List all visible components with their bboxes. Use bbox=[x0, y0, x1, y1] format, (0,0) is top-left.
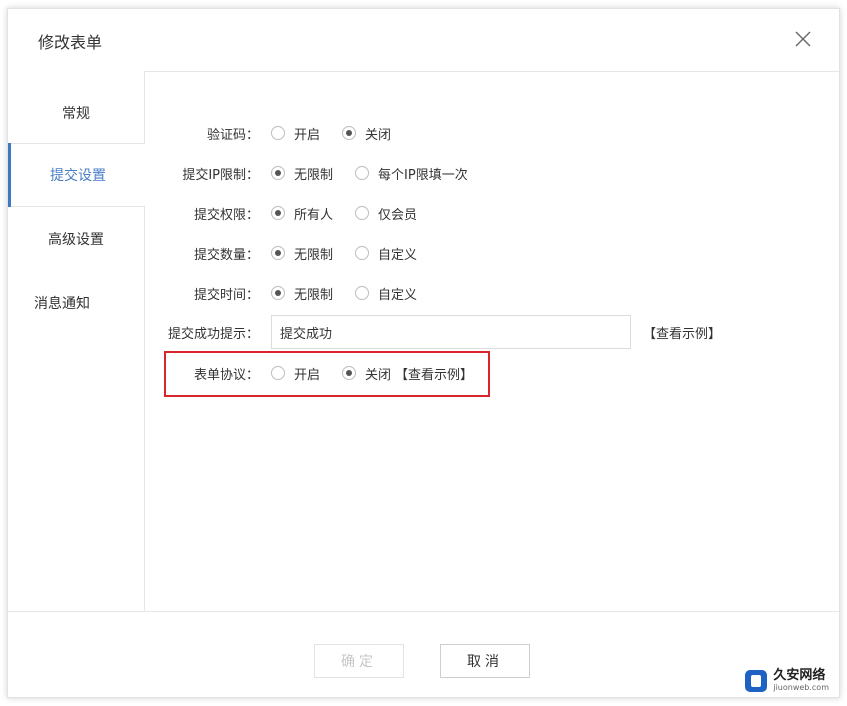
count-unlimited-radio[interactable]: 无限制 bbox=[271, 244, 333, 263]
radio-circle bbox=[355, 286, 370, 300]
count-custom-radio[interactable]: 自定义 bbox=[355, 244, 417, 263]
sidebar-item-advanced-settings[interactable]: 高级设置 bbox=[8, 207, 144, 271]
captcha-on-radio[interactable]: 开启 bbox=[271, 124, 320, 143]
agreement-row: 表单协议： 开启 关闭 【查看示例】 bbox=[145, 356, 473, 390]
ip-limit-row: 提交IP限制： 无限制 每个IP限填一次 bbox=[145, 156, 490, 190]
sidebar-item-label: 高级设置 bbox=[48, 232, 104, 248]
ip-limit-unlimited-radio[interactable]: 无限制 bbox=[271, 164, 333, 183]
permission-label: 提交权限： bbox=[193, 207, 259, 223]
success-tip-row: 提交成功提示： 【查看示例】 bbox=[145, 315, 721, 349]
settings-sidebar: 常规 提交设置 高级设置 消息通知 bbox=[8, 71, 145, 611]
ip-limit-label: 提交IP限制： bbox=[182, 167, 259, 183]
sidebar-item-submit-settings[interactable]: 提交设置 bbox=[8, 143, 145, 207]
agreement-label: 表单协议： bbox=[193, 367, 259, 383]
radio-circle bbox=[355, 166, 370, 180]
sidebar-item-label: 提交设置 bbox=[50, 168, 106, 184]
captcha-label: 验证码： bbox=[206, 127, 259, 143]
radio-circle bbox=[271, 166, 285, 180]
sidebar-item-label: 消息通知 bbox=[34, 296, 90, 312]
agreement-off-radio[interactable]: 关闭 bbox=[342, 364, 391, 383]
radio-label: 开启 bbox=[294, 367, 321, 383]
captcha-row: 验证码： 开启 关闭 bbox=[145, 116, 413, 150]
radio-label: 仅会员 bbox=[378, 207, 418, 223]
radio-label: 无限制 bbox=[294, 287, 334, 303]
sidebar-item-notifications[interactable]: 消息通知 bbox=[8, 271, 144, 335]
radio-circle bbox=[271, 366, 285, 380]
modify-form-dialog: 修改表单 常规 提交设置 高级设置 消息通知 验证码： 开启 关闭 提交IP限制… bbox=[7, 8, 840, 698]
dialog-header: 修改表单 bbox=[8, 9, 839, 72]
time-row: 提交时间： 无限制 自定义 bbox=[145, 276, 439, 310]
permission-row: 提交权限： 所有人 仅会员 bbox=[145, 196, 439, 230]
radio-label: 开启 bbox=[294, 127, 321, 143]
radio-label: 每个IP限填一次 bbox=[378, 167, 468, 183]
permission-everyone-radio[interactable]: 所有人 bbox=[271, 204, 333, 223]
radio-label: 自定义 bbox=[378, 247, 418, 263]
watermark-logo-icon bbox=[745, 669, 768, 692]
success-tip-input[interactable] bbox=[271, 315, 631, 349]
agreement-view-example-link[interactable]: 【查看示例】 bbox=[395, 364, 473, 383]
dialog-title: 修改表单 bbox=[38, 33, 103, 52]
radio-label: 自定义 bbox=[378, 287, 418, 303]
sidebar-item-general[interactable]: 常规 bbox=[8, 81, 144, 145]
radio-circle bbox=[271, 206, 285, 220]
divider bbox=[11, 143, 145, 144]
dialog-footer: 确定 取消 bbox=[8, 611, 839, 700]
permission-members-radio[interactable]: 仅会员 bbox=[355, 204, 417, 223]
radio-circle bbox=[271, 286, 285, 300]
radio-circle bbox=[355, 206, 370, 220]
success-tip-label: 提交成功提示： bbox=[167, 326, 259, 342]
count-label: 提交数量： bbox=[193, 247, 259, 263]
cancel-button[interactable]: 取消 bbox=[440, 644, 530, 678]
watermark-cn: 久安网络 bbox=[773, 668, 826, 683]
confirm-button[interactable]: 确定 bbox=[314, 644, 404, 678]
captcha-off-radio[interactable]: 关闭 bbox=[342, 124, 391, 143]
radio-circle bbox=[342, 366, 357, 380]
radio-label: 无限制 bbox=[294, 167, 334, 183]
time-custom-radio[interactable]: 自定义 bbox=[355, 284, 417, 303]
sidebar-item-label: 常规 bbox=[62, 106, 90, 122]
count-row: 提交数量： 无限制 自定义 bbox=[145, 236, 439, 270]
radio-circle bbox=[271, 126, 285, 140]
radio-circle bbox=[355, 246, 370, 260]
agreement-on-radio[interactable]: 开启 bbox=[271, 364, 320, 383]
watermark-en: jiuonweb.com bbox=[773, 683, 829, 692]
time-label: 提交时间： bbox=[193, 287, 259, 303]
time-unlimited-radio[interactable]: 无限制 bbox=[271, 284, 333, 303]
radio-circle bbox=[271, 246, 285, 260]
radio-label: 关闭 bbox=[365, 367, 392, 383]
radio-circle bbox=[342, 126, 357, 140]
radio-label: 所有人 bbox=[294, 207, 334, 223]
radio-label: 无限制 bbox=[294, 247, 334, 263]
close-icon[interactable] bbox=[793, 29, 813, 49]
ip-limit-once-radio[interactable]: 每个IP限填一次 bbox=[355, 164, 468, 183]
watermark: 久安网络 jiuonweb.com bbox=[745, 669, 829, 692]
submit-settings-form: 验证码： 开启 关闭 提交IP限制： 无限制 每个IP限填一次 提交权限： 所有… bbox=[145, 71, 839, 611]
view-example-link[interactable]: 【查看示例】 bbox=[643, 323, 721, 342]
radio-label: 关闭 bbox=[365, 127, 392, 143]
